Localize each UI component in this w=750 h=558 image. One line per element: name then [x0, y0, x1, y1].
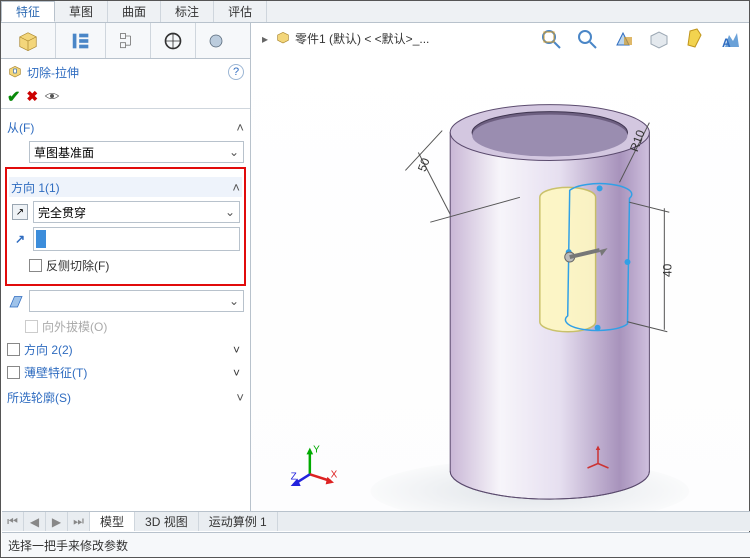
draft-outward-label: 向外拔模(O)	[42, 318, 107, 335]
direction1-highlight-box: 方向 1(1) ˄ ↗ 完全贯穿 ⌄ ↗	[5, 167, 246, 286]
graphics-area[interactable]: ▸ 零件1 (默认) < <默认>_... A	[251, 23, 749, 531]
view-triad: Y X Z	[289, 441, 339, 491]
section-from[interactable]: 从(F) ˄	[5, 117, 246, 137]
draft-outward-checkbox: 向外拔模(O)	[25, 318, 240, 335]
tab-model[interactable]: 模型	[90, 512, 135, 531]
tab-feature[interactable]: 特征	[1, 1, 55, 22]
svg-text:Z: Z	[291, 471, 297, 482]
dim-40: 40	[660, 263, 674, 277]
feature-manager-tab-row	[1, 23, 250, 59]
model-origin-triad	[583, 441, 613, 471]
draft-icon	[7, 292, 25, 310]
section-direction2-label: 方向 2(2)	[24, 341, 73, 358]
direction-vector-input[interactable]	[33, 227, 240, 251]
section-from-label: 从(F)	[7, 119, 34, 136]
dim-50: 50	[415, 156, 433, 174]
section-thin-feature[interactable]: 薄壁特征(T) ˅	[7, 364, 240, 381]
property-manager-panel: 切除-拉伸 ? ✔ ✖ 从(F) ˄ 草图基准面 ⌄	[1, 23, 251, 531]
feature-title-row: 切除-拉伸 ?	[1, 59, 250, 85]
feature-ribbon-tabs: 特征 草图 曲面 标注 评估	[1, 1, 749, 23]
section-direction2[interactable]: 方向 2(2) ˅	[7, 341, 240, 358]
chevron-up-icon: ˄	[232, 180, 240, 195]
status-bar: 选择一把手来修改参数	[2, 532, 750, 557]
bottom-tab-strip: ⏮ ◀ ▶ ⏭ 模型 3D 视图 运动算例 1	[2, 511, 750, 531]
tab-annotation[interactable]: 标注	[161, 1, 214, 22]
tab-first[interactable]: ⏮	[2, 512, 24, 531]
cancel-button[interactable]: ✖	[26, 88, 38, 105]
section-thin-label: 薄壁特征(T)	[24, 364, 87, 381]
flip-side-label: 反侧切除(F)	[46, 257, 109, 274]
cut-extrude-icon	[7, 63, 23, 82]
dropdown-icon: ⌄	[229, 294, 239, 308]
property-manager-tab[interactable]	[56, 23, 106, 58]
tab-prev[interactable]: ◀	[24, 512, 46, 531]
config-manager-tab[interactable]	[106, 23, 151, 58]
section-selected-contours[interactable]: 所选轮廓(S) ˅	[5, 387, 246, 407]
chevron-down-icon: ˅	[233, 366, 240, 380]
tab-last[interactable]: ⏭	[68, 512, 90, 531]
from-select[interactable]: 草图基准面 ⌄	[29, 141, 244, 163]
tab-next[interactable]: ▶	[46, 512, 68, 531]
svg-text:X: X	[331, 470, 338, 481]
tab-evaluate[interactable]: 评估	[214, 1, 267, 22]
help-icon[interactable]: ?	[228, 64, 244, 80]
ok-button[interactable]: ✔	[7, 87, 20, 107]
end-condition-select[interactable]: 完全贯穿 ⌄	[33, 201, 240, 223]
section-direction1[interactable]: 方向 1(1) ˄	[9, 177, 242, 197]
preview-toggle[interactable]	[44, 89, 60, 105]
section-direction1-label: 方向 1(1)	[11, 179, 60, 196]
dropdown-icon: ⌄	[229, 145, 239, 159]
chevron-down-icon: ˅	[236, 390, 244, 405]
dropdown-icon: ⌄	[225, 205, 235, 219]
flip-side-checkbox[interactable]: 反侧切除(F)	[29, 257, 236, 274]
chevron-up-icon: ˄	[236, 120, 244, 135]
from-select-value: 草图基准面	[34, 144, 94, 161]
reverse-direction-button[interactable]: ↗	[12, 204, 28, 220]
display-manager-tab[interactable]	[196, 23, 236, 58]
tab-sketch[interactable]: 草图	[55, 1, 108, 22]
svg-text:Y: Y	[313, 445, 320, 456]
tab-surface[interactable]: 曲面	[108, 1, 161, 22]
feature-manager-tab[interactable]	[1, 23, 56, 58]
direction-vector-icon: ↗	[11, 232, 29, 246]
status-text: 选择一把手来修改参数	[8, 537, 128, 554]
dimxpert-tab[interactable]	[151, 23, 196, 58]
feature-name-label: 切除-拉伸	[27, 64, 79, 81]
tab-3dview[interactable]: 3D 视图	[135, 512, 199, 531]
section-contours-label: 所选轮廓(S)	[7, 389, 71, 406]
end-condition-value: 完全贯穿	[38, 204, 86, 221]
tab-motion-study[interactable]: 运动算例 1	[199, 512, 278, 531]
chevron-down-icon: ˅	[233, 343, 240, 357]
draft-select[interactable]: ⌄	[29, 290, 244, 312]
